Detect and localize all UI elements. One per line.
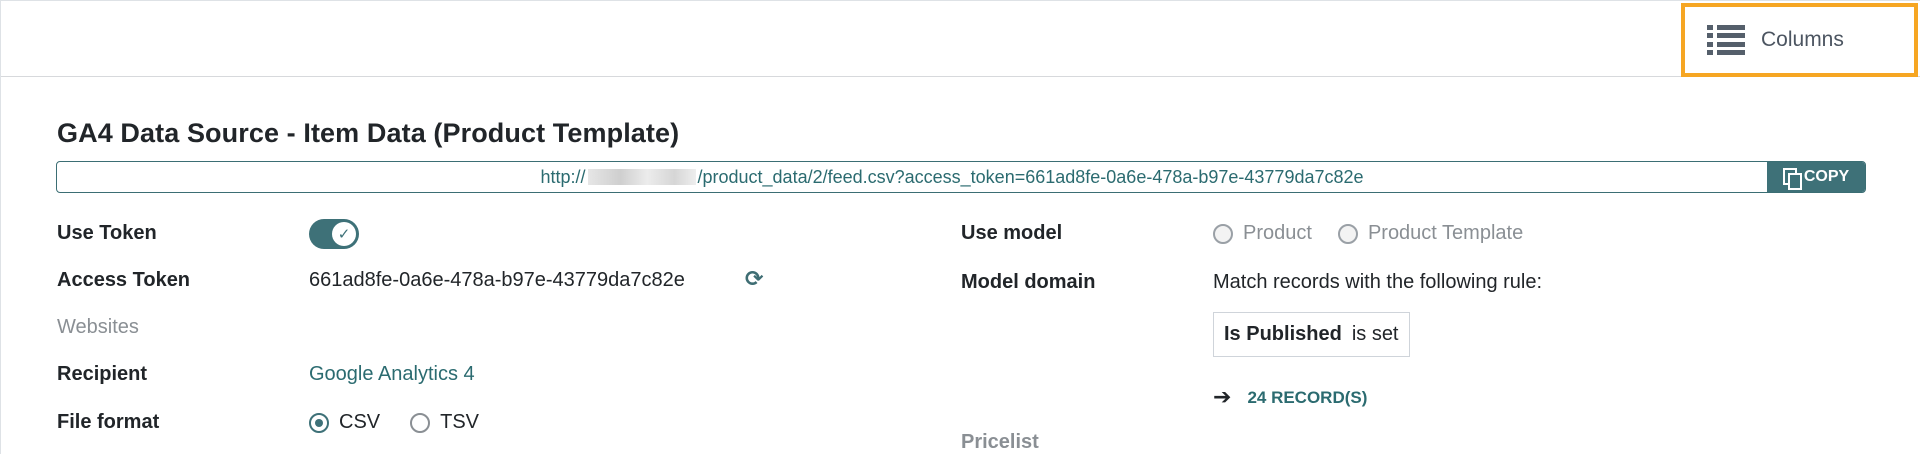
copy-button[interactable]: COPY: [1767, 162, 1865, 192]
recipient-label: Recipient: [57, 363, 148, 385]
records-link[interactable]: ➔ 24 RECORD(S): [1213, 385, 1367, 410]
access-token-label: Access Token: [57, 269, 191, 291]
columns-label: Columns: [1761, 28, 1844, 51]
record-title: GA4 Data Source - Item Data (Product Tem…: [57, 118, 680, 148]
radio-unchecked-icon: [1213, 223, 1233, 244]
use-model-product[interactable]: Product: [1213, 222, 1312, 245]
file-format-csv[interactable]: CSV: [309, 411, 380, 434]
file-format-option-tsv: TSV: [440, 411, 480, 433]
copy-label: COPY: [1803, 168, 1850, 185]
websites-label: Websites: [57, 316, 139, 338]
pricelist-label: Pricelist: [961, 431, 1039, 453]
domain-operator: is set: [1351, 323, 1399, 345]
radio-checked-icon: [309, 412, 329, 433]
use-model-label: Use model: [961, 222, 1063, 244]
control-panel: Columns: [1, 1, 1920, 77]
use-model-radio-group: Product Product Template: [1213, 222, 1523, 245]
file-format-tsv[interactable]: TSV: [410, 411, 479, 434]
use-token-label: Use Token: [57, 222, 157, 244]
access-token-value: 661ad8fe-0a6e-478a-b97e-43779da7c82e: [309, 269, 685, 291]
recipient-link[interactable]: Google Analytics 4: [309, 363, 475, 386]
refresh-icon[interactable]: ⟳: [745, 269, 767, 291]
form-view: Columns GA4 Data Source - Item Data (Pro…: [0, 0, 1920, 454]
list-icon: [1707, 25, 1745, 55]
records-count: 24 RECORD(S): [1247, 387, 1368, 407]
use-model-option-product-template: Product Template: [1367, 222, 1524, 244]
use-model-product-template[interactable]: Product Template: [1337, 222, 1524, 245]
file-format-option-csv: CSV: [339, 411, 381, 433]
feed-url[interactable]: http:// /product_data/2/feed.csv?access_t…: [57, 167, 1767, 188]
copy-icon: [1782, 168, 1802, 190]
use-token-toggle[interactable]: ✓: [309, 219, 359, 249]
feed-url-suffix: /product_data/2/feed.csv?access_token=66…: [697, 166, 1364, 187]
radio-unchecked-icon: [410, 412, 431, 433]
use-model-option-product: Product: [1243, 222, 1312, 244]
model-domain-label: Model domain: [961, 271, 1096, 293]
check-icon: ✓: [332, 222, 356, 246]
redacted-host: [587, 168, 696, 185]
file-format-label: File format: [57, 411, 160, 433]
feed-url-prefix: http://: [540, 166, 586, 187]
feed-url-field: http:// /product_data/2/feed.csv?access_t…: [56, 161, 1866, 193]
arrow-right-icon: ➔: [1213, 385, 1232, 410]
file-format-radio-group: CSV TSV: [309, 411, 479, 434]
domain-rule-chip[interactable]: Is Published is set: [1213, 312, 1410, 357]
domain-field: Is Published: [1224, 323, 1342, 345]
columns-button[interactable]: Columns: [1681, 3, 1918, 77]
radio-unchecked-icon: [1337, 223, 1358, 244]
model-domain-rule-text: Match records with the following rule:: [1213, 271, 1543, 293]
